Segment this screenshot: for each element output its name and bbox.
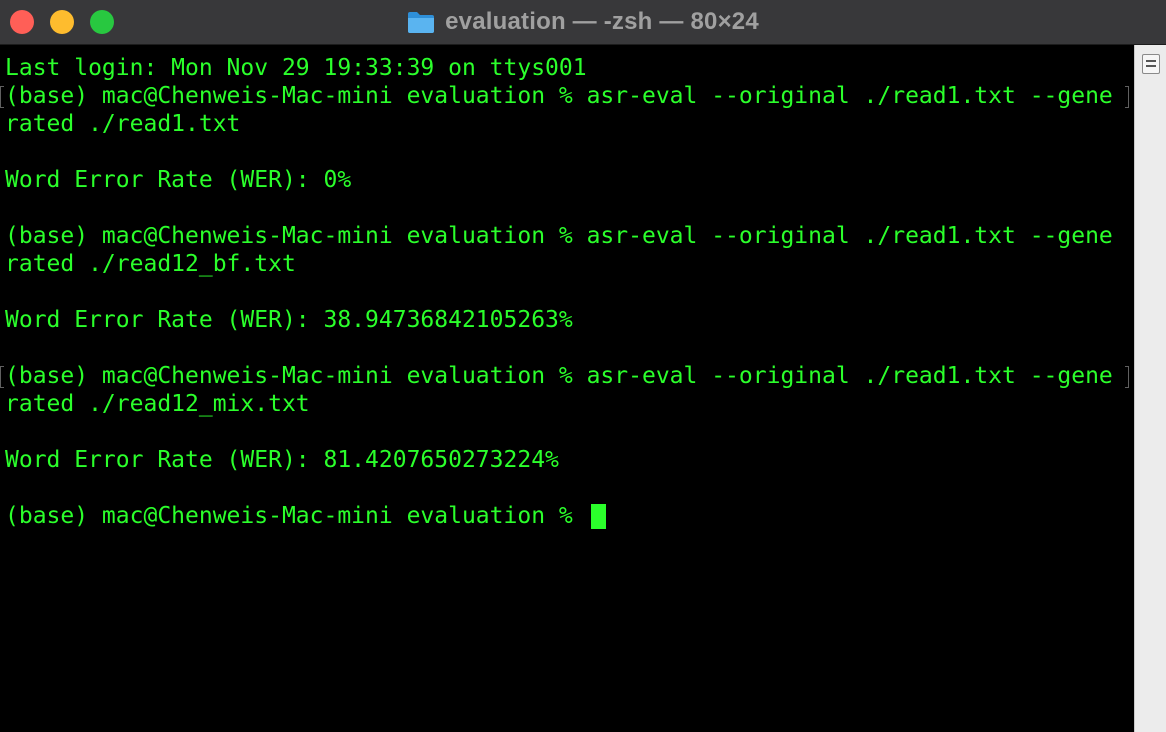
vertical-scrollbar[interactable] xyxy=(1134,45,1166,732)
split-icon-bar xyxy=(1146,65,1156,67)
terminal-prompt-line: (base) mac@Chenweis-Mac-mini evaluation … xyxy=(5,503,587,529)
terminal-line: (base) mac@Chenweis-Mac-mini evaluation … xyxy=(5,223,1113,249)
terminal-output[interactable]: Last login: Mon Nov 29 19:33:39 on ttys0… xyxy=(0,45,1134,732)
terminal-line: Last login: Mon Nov 29 19:33:39 on ttys0… xyxy=(5,55,587,81)
terminal-line: Word Error Rate (WER): 38.94736842105263… xyxy=(5,307,573,333)
terminal-line: Word Error Rate (WER): 81.4207650273224% xyxy=(5,447,559,473)
folder-icon xyxy=(408,12,435,33)
terminal-line: Word Error Rate (WER): 0% xyxy=(5,167,352,193)
split-pane-button[interactable] xyxy=(1142,54,1160,74)
text-cursor xyxy=(591,504,606,529)
line-wrap-marker-left xyxy=(0,366,4,388)
line-wrap-marker-right xyxy=(1125,366,1129,388)
title-bar[interactable]: evaluation — -zsh — 80×24 xyxy=(0,0,1166,45)
terminal-line: rated ./read12_mix.txt xyxy=(5,391,310,417)
terminal-line: rated ./read12_bf.txt xyxy=(5,251,296,277)
window-title: evaluation — -zsh — 80×24 xyxy=(445,8,759,35)
terminal-line: rated ./read1.txt xyxy=(5,111,241,137)
terminal-line: (base) mac@Chenweis-Mac-mini evaluation … xyxy=(5,83,1113,109)
split-icon-bar xyxy=(1146,60,1156,62)
terminal-window: evaluation — -zsh — 80×24 Last login: Mo… xyxy=(0,0,1166,732)
line-wrap-marker-right xyxy=(1125,86,1129,108)
window-title-group: evaluation — -zsh — 80×24 xyxy=(0,0,1166,44)
line-wrap-marker-left xyxy=(0,86,4,108)
terminal-line: (base) mac@Chenweis-Mac-mini evaluation … xyxy=(5,363,1113,389)
